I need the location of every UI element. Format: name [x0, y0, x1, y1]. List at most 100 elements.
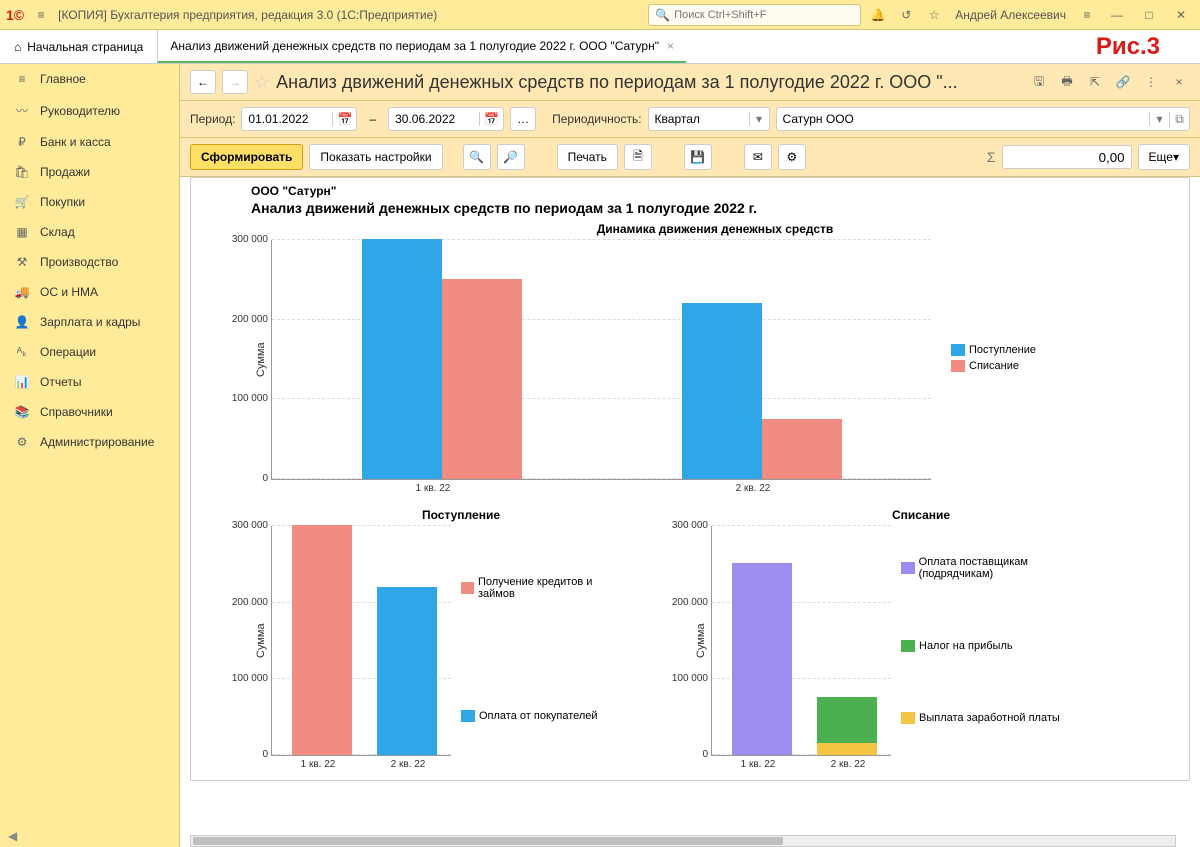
sidebar-item-reports[interactable]: 📊Отчеты [0, 367, 179, 397]
xtick: 2 кв. 22 [593, 483, 913, 494]
xtick: 1 кв. 22 [273, 759, 363, 770]
close-panel-icon[interactable]: × [1168, 71, 1190, 93]
fav-icon[interactable]: ☆ [254, 72, 270, 93]
nav-forward-button[interactable]: → [222, 70, 248, 94]
sidebar-item-production[interactable]: ⚒ Производство [0, 247, 179, 277]
minimize-button[interactable]: — [1104, 4, 1130, 26]
sidebar-item-warehouse[interactable]: ▦Склад [0, 217, 179, 247]
export-icon[interactable]: ⇱ [1084, 71, 1106, 93]
bar-suppliers-q1 [732, 563, 792, 755]
print-icon[interactable]: 🖶 [1056, 71, 1078, 93]
bar-buyers-q2 [377, 587, 437, 755]
find-button[interactable]: 🔍 [463, 144, 491, 170]
bar-credits-q1 [292, 525, 352, 755]
date-from-field[interactable]: 📅 [241, 107, 357, 131]
gear-icon: ⚙ [14, 435, 30, 449]
chart-expense: Списание Сумма 300 000 200 000 100 000 0 [691, 504, 1151, 770]
sidebar-item-directories[interactable]: 📚Справочники [0, 397, 179, 427]
titlebar: 1© ≡ [КОПИЯ] Бухгалтерия предприятия, ре… [0, 0, 1200, 30]
report-org: ООО "Сатурн" [251, 184, 1179, 198]
maximize-button[interactable]: □ [1136, 4, 1162, 26]
save-icon[interactable]: 🖫 [1028, 71, 1050, 93]
mail-button[interactable]: ✉ [744, 144, 772, 170]
sum-input[interactable] [1002, 145, 1132, 169]
bar-tax-q2 [817, 697, 877, 743]
period-picker-button[interactable]: … [510, 107, 536, 131]
org-combo[interactable]: ▾ ⧉ [776, 107, 1190, 131]
document-header: ← → ☆ Анализ движений денежных средств п… [180, 64, 1200, 101]
calendar-icon[interactable]: 📅 [332, 112, 356, 126]
history-icon[interactable]: ↺ [895, 4, 917, 26]
sidebar-label: Производство [40, 255, 118, 269]
chevron-down-icon[interactable]: ▾ [1149, 112, 1169, 126]
sidebar-label: Операции [40, 345, 96, 359]
home-tab[interactable]: ⌂ Начальная страница [0, 30, 158, 63]
legend-item-tax: Налог на прибыль [901, 640, 1101, 652]
periodicity-input[interactable] [649, 112, 749, 126]
figure-label: Рис.3 [1096, 33, 1200, 61]
calendar-icon[interactable]: 📅 [479, 112, 503, 126]
close-button[interactable]: ✕ [1168, 4, 1194, 26]
ytick: 300 000 [662, 520, 708, 531]
open-icon[interactable]: ⧉ [1169, 112, 1189, 127]
preview-button[interactable]: 🗎 [624, 144, 652, 170]
search-box[interactable]: 🔍 [648, 4, 861, 26]
form-button[interactable]: Сформировать [190, 144, 303, 170]
tools-icon: ⚒ [14, 255, 30, 269]
menu-icon[interactable]: ≡ [30, 4, 52, 26]
find-next-button[interactable]: 🔎 [497, 144, 525, 170]
sidebar-item-manager[interactable]: 〰Руководителю [0, 94, 179, 127]
grid-icon: ▦ [14, 225, 30, 239]
sidebar-item-purchases[interactable]: 🛒Покупки [0, 187, 179, 217]
date-to-field[interactable]: 📅 [388, 107, 504, 131]
print-button[interactable]: Печать [557, 144, 618, 170]
org-input[interactable] [777, 112, 1149, 126]
sidebar-item-admin[interactable]: ⚙Администрирование [0, 427, 179, 457]
sidebar-item-operations[interactable]: ᴬₖОперации [0, 337, 179, 367]
sidebar-item-bank[interactable]: ₽Банк и касса [0, 127, 179, 157]
person-icon: 👤 [14, 315, 30, 329]
sidebar-label: Главное [40, 72, 86, 86]
star-icon[interactable]: ☆ [923, 4, 945, 26]
bell-icon[interactable]: 🔔 [867, 4, 889, 26]
period-label: Период: [190, 112, 235, 126]
ytick: 0 [662, 749, 708, 760]
date-separator: – [363, 112, 382, 126]
sidebar-item-assets[interactable]: 🚚ОС и НМА [0, 277, 179, 307]
home-alt-icon: ≡ [14, 72, 30, 86]
config-mail-button[interactable]: ⚙ [778, 144, 806, 170]
horizontal-scrollbar[interactable] [190, 835, 1176, 847]
user-name[interactable]: Андрей Алексеевич [951, 8, 1070, 22]
active-tab-label: Анализ движений денежных средств по пери… [170, 39, 659, 53]
bar-salary-q2 [817, 743, 877, 755]
scrollbar-thumb[interactable] [193, 837, 783, 845]
date-to-input[interactable] [389, 112, 479, 126]
active-tab[interactable]: Анализ движений денежных средств по пери… [158, 30, 686, 63]
nav-back-button[interactable]: ← [190, 70, 216, 94]
legend-item-salary: Выплата заработной платы [901, 712, 1101, 724]
show-settings-button[interactable]: Показать настройки [309, 144, 442, 170]
sidebar-collapse-button[interactable]: ◀ [0, 825, 179, 847]
more-button[interactable]: Еще ▾ [1138, 144, 1190, 170]
savefile-button[interactable]: 💾 [684, 144, 712, 170]
books-icon: 📚 [14, 405, 30, 419]
home-tab-label: Начальная страница [27, 40, 143, 54]
ytick: 200 000 [662, 597, 708, 608]
ytick: 300 000 [222, 520, 268, 531]
user-menu-icon[interactable]: ≡ [1076, 4, 1098, 26]
filter-row: Период: 📅 – 📅 … Периодичность: ▾ ▾ ⧉ [180, 101, 1200, 138]
sidebar-item-sales[interactable]: 🛍Продажи [0, 157, 179, 187]
y-axis-label: Сумма [251, 240, 271, 480]
close-tab-icon[interactable]: × [667, 39, 674, 53]
sidebar-item-hr[interactable]: 👤Зарплата и кадры [0, 307, 179, 337]
link-icon[interactable]: 🔗 [1112, 71, 1134, 93]
y-axis-label: Сумма [691, 526, 711, 756]
kebab-icon[interactable]: ⋮ [1140, 71, 1162, 93]
search-input[interactable] [674, 9, 854, 21]
periodicity-combo[interactable]: ▾ [648, 107, 770, 131]
date-from-input[interactable] [242, 112, 332, 126]
sidebar-item-main[interactable]: ≡ Главное [0, 64, 179, 94]
sidebar-label: Руководителю [40, 104, 120, 118]
chevron-down-icon[interactable]: ▾ [749, 112, 769, 126]
chart-income: Поступление Сумма 300 000 200 000 100 00… [251, 504, 671, 770]
